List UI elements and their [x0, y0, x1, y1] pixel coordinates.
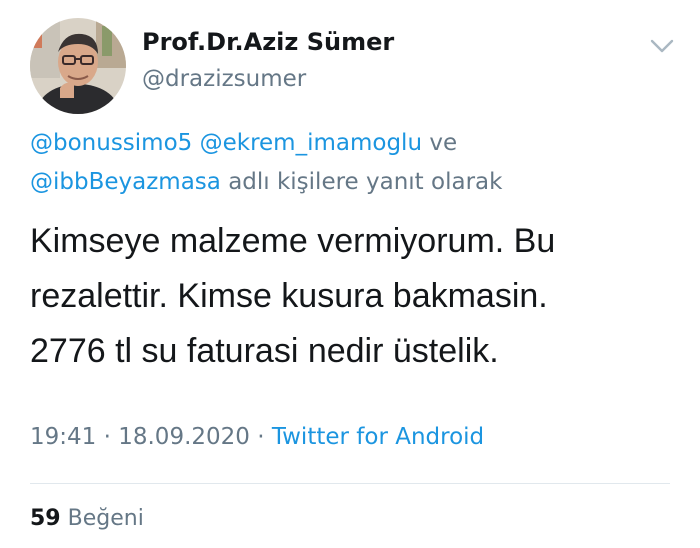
- tweet-time: 19:41: [30, 424, 97, 450]
- meta-separator: ·: [257, 424, 265, 450]
- likes-stat[interactable]: 59 Beğeni: [30, 506, 144, 531]
- tweet-source-link[interactable]: Twitter for Android: [272, 424, 484, 450]
- chevron-down-icon[interactable]: [648, 36, 676, 56]
- likes-count: 59: [30, 506, 61, 531]
- author-handle[interactable]: @drazizsumer: [142, 66, 306, 92]
- mention-link[interactable]: @ekrem_imamoglu: [200, 130, 422, 156]
- tweet-text: Kimseye malzeme vermiyorum. Bu rezaletti…: [30, 222, 556, 370]
- reply-suffix: adlı kişilere yanıt olarak: [228, 169, 503, 195]
- author-display-name[interactable]: Prof.Dr.Aziz Sümer: [142, 28, 394, 56]
- reply-connector: ve: [429, 130, 458, 156]
- mention-link[interactable]: @bonussimo5: [30, 130, 192, 156]
- mention-link[interactable]: @ibbBeyazmasa: [30, 169, 221, 195]
- reply-context: @bonussimo5 @ekrem_imamoglu ve @ibbBeyaz…: [30, 124, 670, 202]
- divider: [30, 483, 670, 484]
- profile-photo-icon: [30, 18, 126, 114]
- likes-label: Beğeni: [67, 506, 144, 531]
- tweet-card: Prof.Dr.Aziz Sümer @drazizsumer @bonussi…: [0, 0, 700, 548]
- avatar[interactable]: [30, 18, 126, 114]
- tweet-meta: 19:41 · 18.09.2020 · Twitter for Android: [30, 424, 484, 450]
- meta-separator: ·: [103, 424, 111, 450]
- tweet-date: 18.09.2020: [118, 424, 250, 450]
